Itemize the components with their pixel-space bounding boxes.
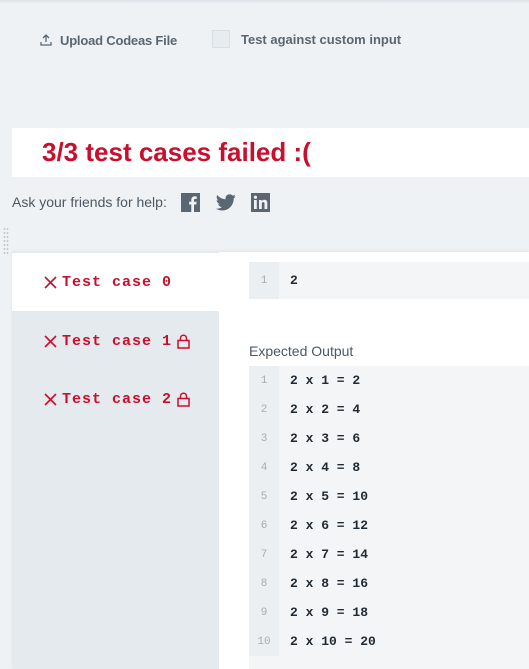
fail-x-icon xyxy=(44,334,57,348)
line-number: 6 xyxy=(249,511,279,540)
test-case-tabs: Test case 0 Test case 1 Test case 2 xyxy=(12,252,219,669)
line-content: 2 x 5 = 10 xyxy=(290,489,369,504)
custom-input-toggle[interactable]: Test against custom input xyxy=(212,30,412,48)
toolbar: Upload Codeas File Test against custom i… xyxy=(40,30,401,49)
code-line: 1 2 x 1 = 2 xyxy=(249,366,529,395)
line-number: 10 xyxy=(249,627,279,656)
expected-output-label: Expected Output xyxy=(249,343,354,359)
code-line: 9 2 x 9 = 18 xyxy=(249,598,529,627)
line-content: 2 x 10 = 20 xyxy=(290,634,376,649)
line-number: 9 xyxy=(249,598,279,627)
upload-icon xyxy=(40,34,52,46)
top-shadow xyxy=(0,0,529,4)
lock-icon xyxy=(177,391,190,407)
fail-x-icon xyxy=(44,392,57,406)
code-line: 8 2 x 8 = 16 xyxy=(249,569,529,598)
line-number: 3 xyxy=(249,424,279,453)
tab-test-case-1[interactable]: Test case 1 xyxy=(12,312,219,370)
line-content: 2 x 1 = 2 xyxy=(290,373,361,388)
input-code-block: 1 2 xyxy=(249,262,529,299)
line-content: 2 x 9 = 18 xyxy=(290,605,369,620)
line-number: 4 xyxy=(249,453,279,482)
code-line: 1 2 xyxy=(249,262,529,299)
line-content: 2 x 2 = 4 xyxy=(290,402,361,417)
line-number: 1 xyxy=(249,366,279,395)
code-line: 7 2 x 7 = 14 xyxy=(249,540,529,569)
line-number: 1 xyxy=(249,262,279,299)
expected-output-block: 1 2 x 1 = 2 2 2 x 2 = 4 3 2 x 3 = 6 4 2 x 4 … xyxy=(249,366,529,669)
custom-input-label: Test against custom input xyxy=(241,31,402,47)
lock-icon xyxy=(177,333,190,349)
resize-handle[interactable] xyxy=(3,227,9,257)
code-line: 5 2 x 5 = 10 xyxy=(249,482,529,511)
line-content: 2 x 8 = 16 xyxy=(290,576,369,591)
facebook-icon[interactable] xyxy=(181,192,201,212)
tab-label: Test case 0 xyxy=(62,273,173,291)
custom-input-checkbox[interactable] xyxy=(212,30,230,48)
linkedin-icon[interactable] xyxy=(251,192,271,212)
share-help: Ask your friends for help: xyxy=(12,190,286,214)
code-line: 6 2 x 6 = 12 xyxy=(249,511,529,540)
result-title: 3/3 test cases failed :( xyxy=(42,137,311,167)
line-content: 2 x 4 = 8 xyxy=(290,460,361,475)
line-number: 8 xyxy=(249,569,279,598)
result-banner: 3/3 test cases failed :( xyxy=(12,128,529,177)
line-content: 2 x 3 = 6 xyxy=(290,431,361,446)
tab-label: Test case 2 xyxy=(62,390,173,408)
line-number: 5 xyxy=(249,482,279,511)
code-line: 2 2 x 2 = 4 xyxy=(249,395,529,424)
upload-file-label: Upload Codeas File xyxy=(60,32,178,48)
line-number: 7 xyxy=(249,540,279,569)
tab-test-case-0[interactable]: Test case 0 xyxy=(12,253,219,311)
line-number: 2 xyxy=(249,395,279,424)
line-content: 2 x 6 = 12 xyxy=(290,518,369,533)
test-case-detail: 1 2 Expected Output 1 2 x 1 = 2 2 2 x 2 = … xyxy=(219,252,529,669)
tab-test-case-2[interactable]: Test case 2 xyxy=(12,370,219,428)
upload-file-button[interactable]: Upload Codeas File xyxy=(40,33,177,48)
line-content: 2 x 7 = 14 xyxy=(290,547,369,562)
fail-x-icon xyxy=(44,275,57,289)
code-line: 3 2 x 3 = 6 xyxy=(249,424,529,453)
twitter-icon[interactable] xyxy=(215,192,236,212)
test-results-panel: Test case 0 Test case 1 Test case 2 1 2 … xyxy=(12,252,529,669)
line-content: 2 xyxy=(290,273,298,288)
share-help-label: Ask your friends for help: xyxy=(12,194,167,210)
code-line: 10 2 x 10 = 20 xyxy=(249,627,529,656)
code-line: 4 2 x 4 = 8 xyxy=(249,453,529,482)
tab-label: Test case 1 xyxy=(62,332,173,350)
